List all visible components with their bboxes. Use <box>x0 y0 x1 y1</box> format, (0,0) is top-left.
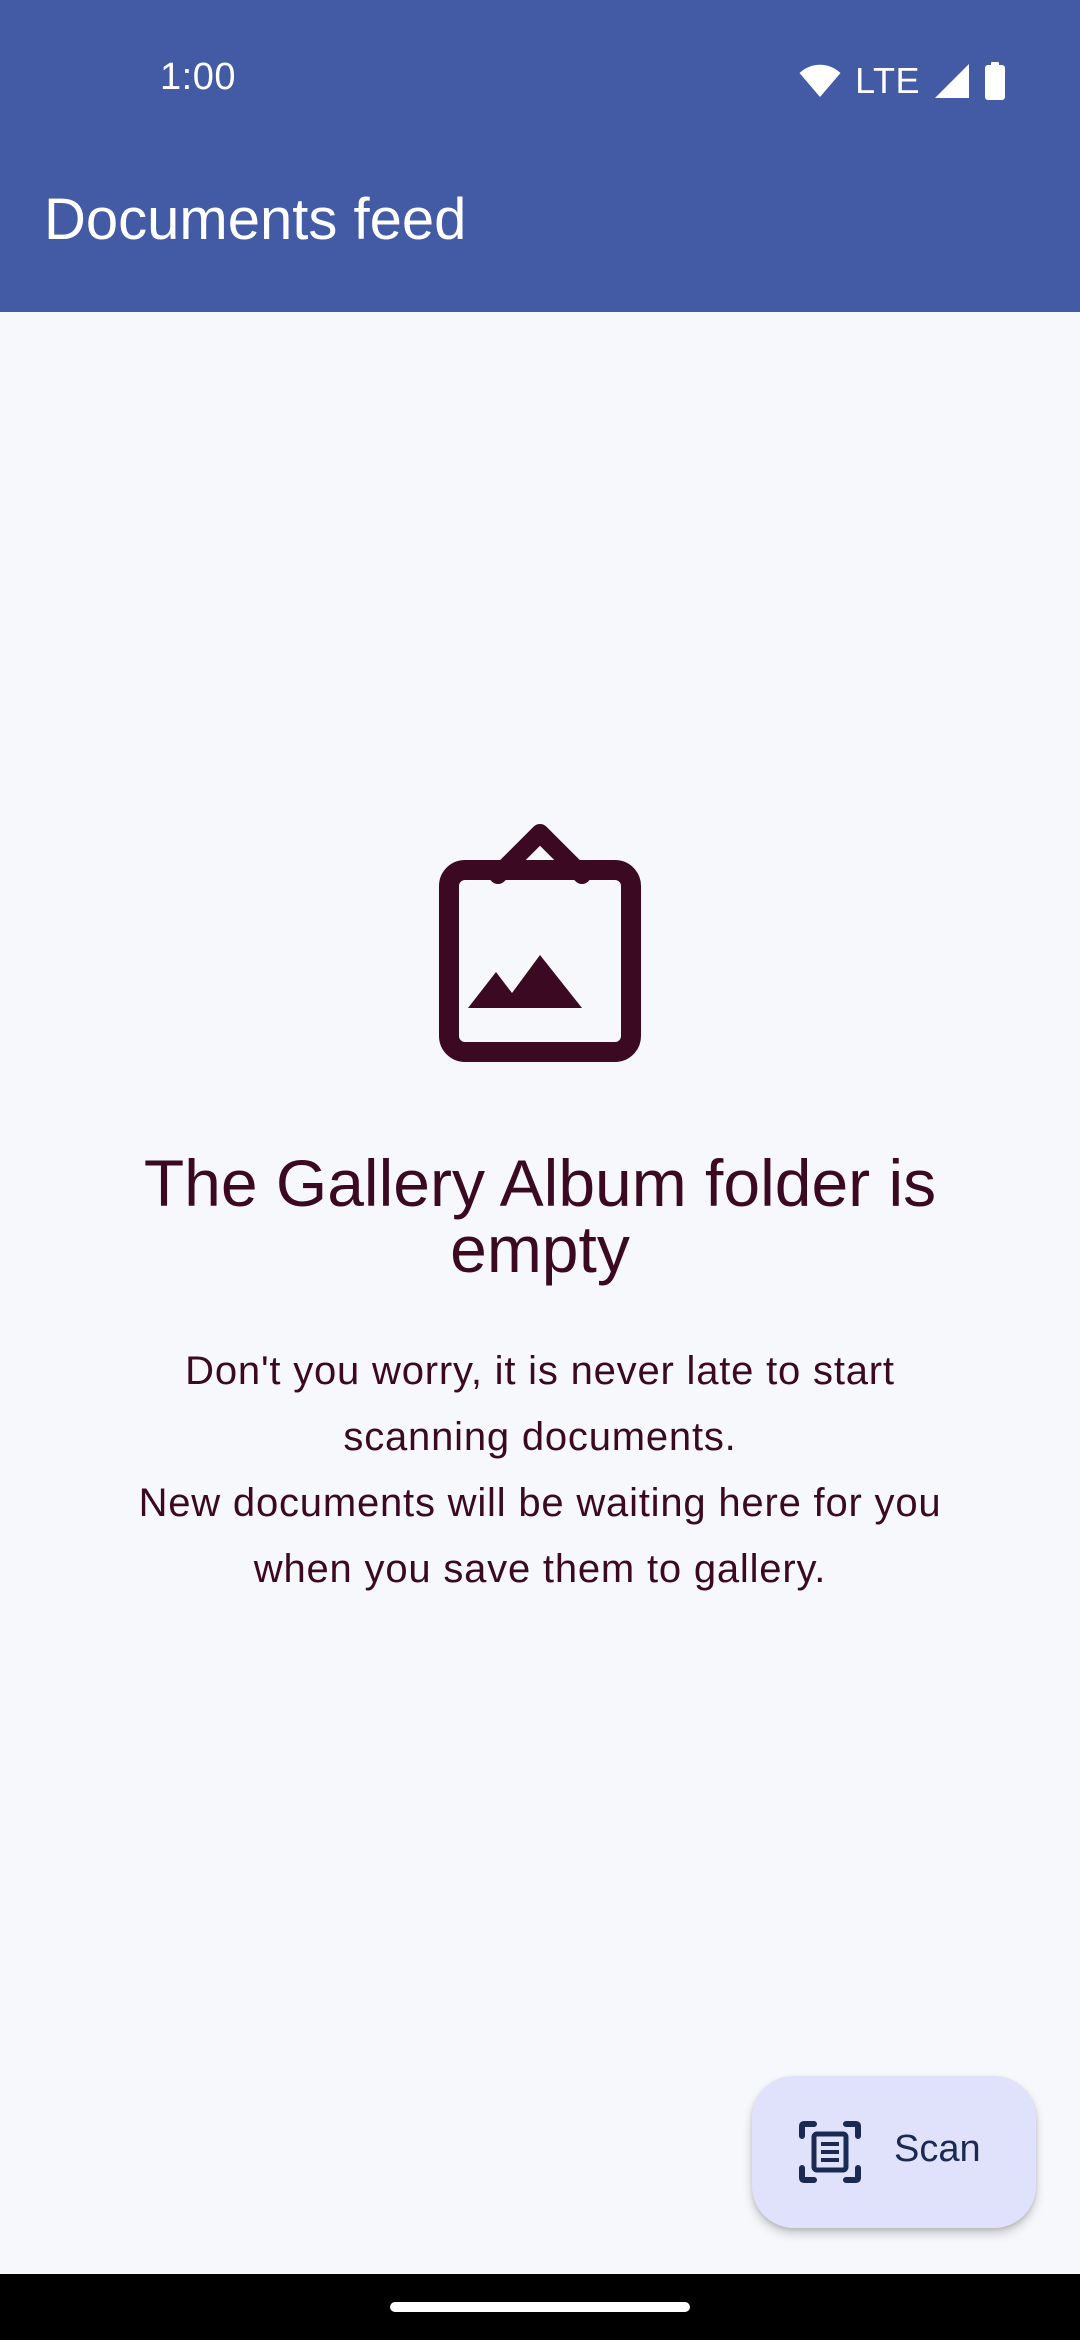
scan-button-label: Scan <box>894 2128 981 2170</box>
scan-button[interactable]: Scan <box>752 2076 1036 2228</box>
description-line: when you save them to gallery. <box>253 1547 827 1591</box>
wifi-icon <box>799 64 841 97</box>
network-type-label: LTE <box>855 60 920 101</box>
description-line: scanning documents. <box>343 1415 737 1459</box>
empty-state-description: Don't you worry, it is never late to sta… <box>60 1338 1020 1602</box>
status-bar: 1:00 LTE <box>0 0 1080 160</box>
status-icons: LTE <box>799 58 1006 104</box>
description-line: Don't you worry, it is never late to sta… <box>185 1349 895 1393</box>
status-time: 1:00 <box>160 56 236 98</box>
cell-signal-icon <box>935 64 969 98</box>
app-bar: 1:00 LTE Documents feed <box>0 0 1080 312</box>
document-scan-icon <box>799 2121 861 2183</box>
empty-state-title: The Gallery Album folder is empty <box>143 1146 937 1286</box>
description-line: New documents will be waiting here for y… <box>138 1481 942 1525</box>
navigation-bar <box>0 2274 1080 2340</box>
page-title: Documents feed <box>44 187 467 252</box>
empty-state: The Gallery Album folder is empty Don't … <box>0 820 1080 1602</box>
home-gesture-handle[interactable] <box>390 2302 690 2312</box>
gallery-album-icon <box>439 824 641 1062</box>
battery-icon <box>985 62 1005 100</box>
